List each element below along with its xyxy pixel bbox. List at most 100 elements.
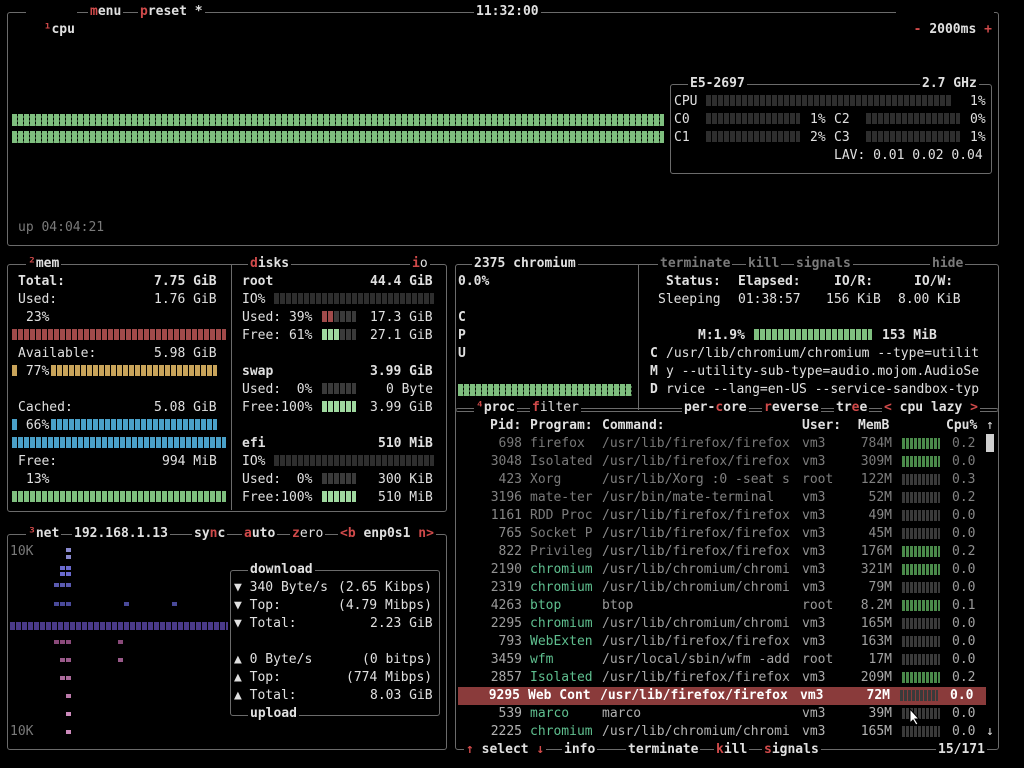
cpu-tab[interactable]: ¹cpu [26, 3, 77, 39]
core-c2-label: C2 [834, 112, 850, 127]
net-ip: 192.168.1.13 [72, 525, 170, 543]
proc-select-control[interactable]: ↑ select ↓ [464, 741, 547, 759]
table-row[interactable]: 3048 Isolated/usr/lib/firefox/firefox vm3 3… [460, 453, 988, 471]
detail-cmd-label-c: C [650, 346, 658, 361]
detail-cpu-label-p: P [458, 328, 466, 343]
proc-signals-button[interactable]: signals [762, 741, 821, 759]
proc-header: Pid: Program: Command: User: MemB Cpu% [460, 417, 988, 435]
table-row[interactable]: 2295 chromium/usr/lib/chromium/chromi vm3 1… [460, 615, 988, 633]
disk-efi-used-label: Used: 0% [242, 472, 313, 487]
table-row[interactable]: 822 Privileg/usr/lib/firefox/firefox vm3 17… [460, 543, 988, 561]
mem-free-pct: 13% [26, 472, 50, 487]
table-row[interactable]: 3459 wfm/usr/local/sbin/wfm -add root 17M 0.… [460, 651, 988, 669]
header-command[interactable]: Command: [602, 417, 665, 435]
proc-cpu-meter [902, 492, 940, 503]
detail-ior: 156 KiB [826, 292, 881, 307]
detail-name: chromium [513, 256, 576, 271]
proc-cpu-meter [902, 618, 940, 629]
detail-elapsed-label: Elapsed: [738, 274, 801, 289]
clock: 11:32:00 [474, 3, 541, 21]
sort-prev[interactable]: < [884, 400, 892, 415]
net-next-interface[interactable]: n> [418, 526, 434, 541]
table-row[interactable]: 2190 chromium/usr/lib/chromium/chromi vm3 3… [460, 561, 988, 579]
detail-status: Sleeping [658, 292, 721, 307]
preset-button[interactable]: preset * [138, 3, 205, 21]
proc-cell-user: vm3 [802, 616, 826, 631]
interval-decrease[interactable]: - [914, 22, 922, 37]
table-row[interactable]: 4263 btop btop root 8.2M 0.1 [460, 597, 988, 615]
net-prev-interface[interactable]: <b [340, 526, 356, 541]
table-row[interactable]: 698 firefox/usr/lib/firefox/firefox vm3 784… [460, 435, 988, 453]
table-row[interactable]: 2857 Isolated/usr/lib/firefox/firefox vm3 2… [460, 669, 988, 687]
proc-cell-pid: 2857 [490, 670, 522, 685]
menu-button[interactable]: menu [88, 3, 124, 21]
proc-cell-mem: 309M [860, 454, 892, 469]
mem-total-label: Total: [18, 274, 65, 289]
net-interface-selector[interactable]: <b enp0s1 n> [338, 525, 436, 543]
proc-cell-user: vm3 [802, 544, 826, 559]
table-row[interactable]: 765 Socket P/usr/lib/firefox/firefox vm3 45… [460, 525, 988, 543]
detail-cpu-label-u: U [458, 346, 466, 361]
proc-cell-pid: 3048 [490, 454, 522, 469]
detail-signals-button[interactable]: signals [794, 255, 853, 273]
table-row[interactable]: 3196 mate-ter/usr/bin/mate-terminal vm3 52M… [460, 489, 988, 507]
disk-efi-free-value: 510 MiB [378, 490, 433, 505]
proc-cell-user: vm3 [802, 724, 826, 739]
mem-cached-meter: 66% [12, 417, 218, 435]
proc-scroll-up[interactable]: ↑ [986, 417, 994, 435]
proc-cell-cpu: 0.2 [952, 544, 976, 559]
net-sync-toggle[interactable]: sync [192, 525, 228, 543]
net-tab[interactable]: ³net [26, 525, 62, 543]
proc-filter-button[interactable]: filter [530, 399, 581, 417]
net-graph-baseline [10, 622, 228, 630]
disk-efi-name: efi [242, 436, 266, 451]
proc-tab[interactable]: ⁴proc [474, 399, 518, 417]
proc-cell-cmd: /usr/lib/chromium/chromi [602, 562, 790, 577]
header-cpu[interactable]: Cpu% [946, 417, 977, 435]
disk-efi-free-label: Free:100% [242, 490, 313, 505]
proc-cell-cmd: /usr/bin/mate-terminal [602, 490, 775, 505]
disk-swap-free-meter [322, 399, 356, 417]
proc-cell-user: vm3 [802, 706, 826, 721]
header-mem[interactable]: MemB [858, 417, 889, 435]
disk-swap-used-value: 0 Byte [386, 382, 433, 397]
proc-reverse-toggle[interactable]: reverse [762, 399, 821, 417]
net-auto-toggle[interactable]: auto [242, 525, 278, 543]
interval-control[interactable]: - 2000ms + [896, 3, 994, 39]
header-pid[interactable]: Pid: [490, 417, 521, 435]
table-row[interactable]: 2319 chromium/usr/lib/chromium/chromi vm3 7… [460, 579, 988, 597]
sort-next[interactable]: > [970, 400, 978, 415]
table-row[interactable]: 793 WebExten/usr/lib/firefox/firefox vm3 16… [460, 633, 988, 651]
proc-cell-prog: wfm [530, 652, 554, 667]
interval-increase[interactable]: + [984, 22, 992, 37]
mouse-cursor-icon [893, 690, 921, 732]
disk-efi-used-value: 300 KiB [378, 472, 433, 487]
proc-per-core-toggle[interactable]: per-core [682, 399, 749, 417]
proc-cell-prog: Xorg [530, 472, 562, 487]
disks-io-toggle[interactable]: io [410, 255, 430, 273]
proc-info-button[interactable]: info [562, 741, 598, 759]
proc-cell-pid: 423 [498, 472, 522, 487]
disks-tab[interactable]: disks [248, 255, 292, 273]
table-row[interactable]: 1161 RDD Proc/usr/lib/firefox/firefox vm3 4… [460, 507, 988, 525]
table-row[interactable]: 423 Xorg/usr/lib/Xorg :0 -seat s root 122M 0… [460, 471, 988, 489]
proc-cell-cpu: 0.1 [952, 598, 976, 613]
proc-cell-cpu: 0.0 [952, 634, 976, 649]
header-user[interactable]: User: [802, 417, 841, 435]
detail-kill-button[interactable]: kill [746, 255, 782, 273]
detail-ior-label: IO/R: [834, 274, 874, 289]
detail-terminate-button[interactable]: terminate [658, 255, 733, 273]
cpu-title: cpu [51, 22, 75, 37]
net-zero-toggle[interactable]: zero [290, 525, 326, 543]
disk-root-used-label: Used: 39% [242, 310, 313, 325]
proc-kill-button[interactable]: kill [714, 741, 750, 759]
proc-cell-cpu: 0.0 [950, 688, 974, 703]
cpu-total-meter [706, 93, 952, 111]
header-program[interactable]: Program: [530, 417, 593, 435]
proc-tree-toggle[interactable]: tree [834, 399, 870, 417]
mem-total-value: 7.75 GiB [154, 274, 217, 289]
detail-hide-button[interactable]: hide [930, 255, 966, 273]
proc-terminate-button[interactable]: terminate [626, 741, 701, 759]
mem-tab[interactable]: ²mem [26, 255, 62, 273]
proc-sort-selector[interactable]: < cpu lazy > [882, 399, 980, 417]
